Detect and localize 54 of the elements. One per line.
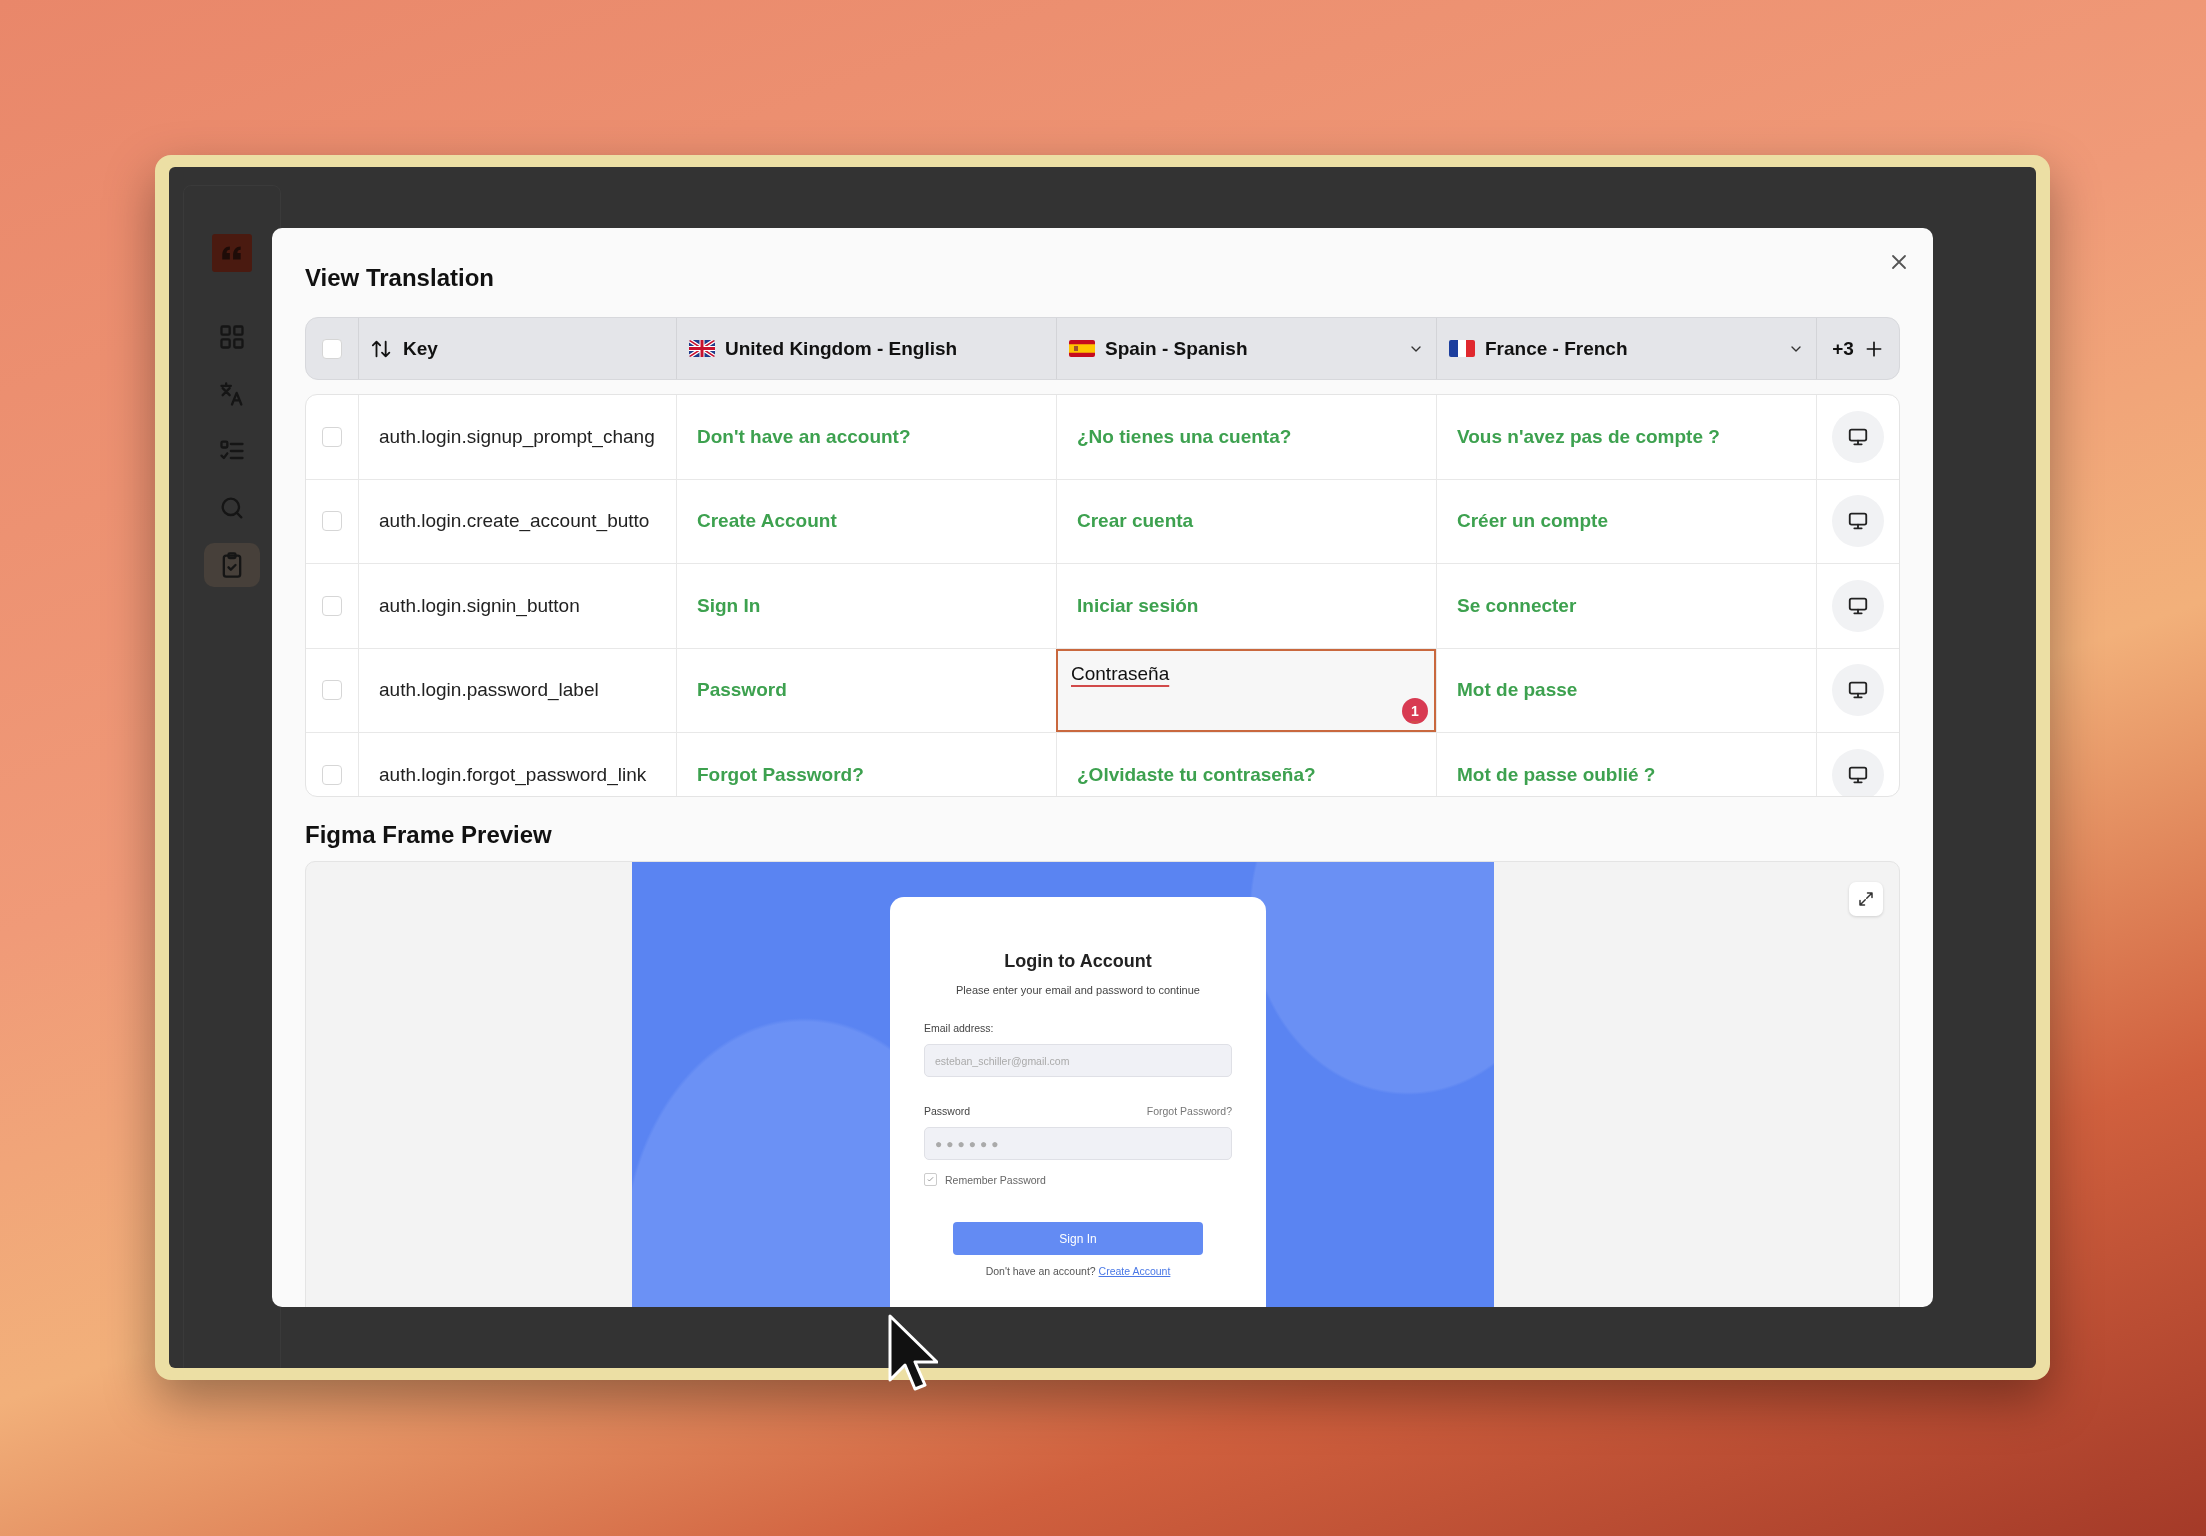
field-label: Email address: [924,1022,995,1034]
select-all-checkbox[interactable] [322,338,342,359]
row-checkbox[interactable] [322,764,342,785]
column-header: Key [403,337,438,360]
signup-prompt: Don't have an account? Create Account [984,1265,1172,1277]
translation-cell[interactable]: Créer un compte [1436,479,1816,563]
field-label: Password [924,1105,971,1117]
column-header: United Kingdom - English [725,337,958,360]
sidebar-item[interactable] [204,543,260,587]
grid-icon [218,323,246,351]
row-checkbox[interactable] [322,426,342,447]
translation-cell[interactable]: Create Account [676,479,1056,563]
translation-cell[interactable]: Don't have an account? [676,395,1056,479]
error-badge: 1 [1402,698,1428,724]
column-header: Spain - Spanish [1105,337,1248,360]
sign-in-button[interactable]: Sign In [953,1222,1203,1255]
flag-icon [1069,340,1095,357]
translation-cell[interactable]: Mot de passe [1436,648,1816,732]
column-header: France - French [1485,337,1628,360]
expand-button[interactable] [1849,882,1883,916]
row-checkbox[interactable] [322,680,342,701]
row-checkbox[interactable] [322,511,342,532]
translation-cell[interactable]: Iniciar sesión [1056,564,1436,648]
email-field[interactable]: esteban_schiller@gmail.com [924,1044,1232,1077]
translation-cell[interactable]: Mot de passe oublié ? [1436,733,1816,796]
flag-icon [689,340,715,357]
key-cell: auth.login.forgot_password_link [358,733,676,796]
forgot-password-link[interactable]: Forgot Password? [1146,1105,1232,1117]
remember-checkbox[interactable] [924,1173,937,1186]
more-languages-count: +3 [1832,337,1854,360]
key-cell: auth.login.create_account_butto [358,479,676,563]
flag-icon [1449,340,1475,357]
key-cell: auth.login.signup_prompt_chang [358,395,676,479]
translation-cell[interactable]: ¿Olvidaste tu contraseña? [1056,733,1436,796]
row-checkbox[interactable] [322,595,342,616]
translation-cell[interactable]: Sign In [676,564,1056,648]
key-cell: auth.login.signin_button [358,564,676,648]
translation-cell[interactable]: Forgot Password? [676,733,1056,796]
login-subheading: Please enter your email and password to continue [955,984,1201,996]
preview-button[interactable] [1832,748,1884,796]
translation-cell[interactable]: ¿No tienes una cuenta? [1056,395,1436,479]
create-account-link[interactable]: Create Account [1098,1265,1171,1277]
checkbox-label: Remember Password [945,1173,1046,1186]
check-icon [926,1175,935,1184]
expand-icon [1857,890,1875,908]
section-title: Figma Frame Preview [305,821,553,850]
password-field[interactable]: ●●●●●● [924,1127,1232,1160]
translation-cell[interactable]: Se connecter [1436,564,1816,648]
key-cell: auth.login.password_label [358,648,676,732]
translation-input[interactable]: Contraseña 1 [1056,648,1436,732]
dialog-title: View Translation [305,264,495,293]
translation-cell[interactable]: Crear cuenta [1056,479,1436,563]
login-heading: Login to Account [1003,950,1153,972]
translation-cell[interactable]: Vous n'avez pas de compte ? [1436,395,1816,479]
